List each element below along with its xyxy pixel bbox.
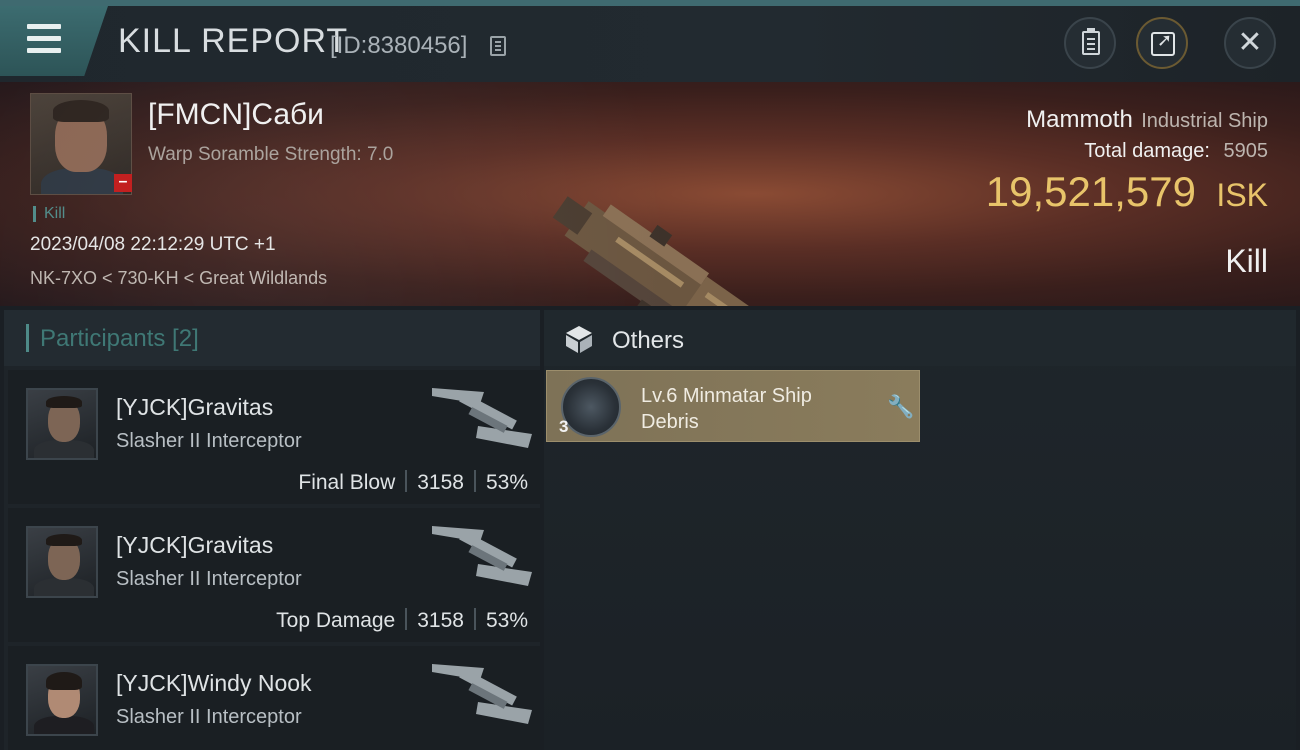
hamburger-icon (27, 48, 61, 53)
participant-ship-icon (432, 526, 532, 586)
participant-ship-icon (432, 388, 532, 448)
victim-avatar[interactable] (30, 93, 132, 195)
ship-type-line: Mammoth Industrial Ship (1026, 106, 1268, 134)
close-icon: ✕ (1237, 25, 1263, 60)
divider (405, 470, 408, 492)
participant-row[interactable]: [YJCK]Gravitas Slasher II Interceptor Fi… (8, 370, 540, 504)
participant-ship-icon (432, 664, 532, 724)
participants-panel: Participants [2] [YJCK]Gravitas Slasher … (4, 310, 540, 750)
report-id: [ID:8380456] (330, 32, 468, 59)
clipboard-button[interactable] (1064, 17, 1116, 69)
loot-item-card[interactable]: 3 Lv.6 Minmatar Ship Debris 🔧 (546, 370, 920, 442)
participant-role: Final Blow (298, 471, 396, 494)
item-count: 3 (559, 417, 569, 436)
ship-debris-icon (561, 377, 621, 437)
avatar-hair (46, 396, 82, 408)
total-damage-line: Total damage: 5905 (1084, 140, 1268, 163)
avatar-body (34, 440, 94, 458)
page-title: KILL REPORT (118, 22, 349, 60)
divider (405, 608, 408, 630)
menu-button[interactable] (0, 6, 108, 76)
event-tag: Kill (33, 206, 65, 222)
participant-ship: Slasher II Interceptor (116, 568, 302, 590)
participant-name: [YJCK]Windy Nook (116, 670, 312, 696)
participant-role: Top Damage (276, 609, 396, 632)
participant-percent: 53% (485, 609, 528, 632)
participant-avatar[interactable] (26, 526, 98, 598)
divider (473, 470, 476, 492)
damage-value: 5905 (1223, 140, 1269, 162)
share-icon (1151, 30, 1175, 56)
participant-damage: 3158 (417, 471, 464, 494)
item-name: Lv.6 Minmatar Ship Debris (641, 385, 812, 433)
header-accent-bar (26, 324, 29, 352)
avatar-face (55, 106, 107, 172)
participant-stats: Final Blow 3158 53% (298, 470, 528, 495)
damage-label: Total damage: (1084, 140, 1210, 162)
others-header: Others (544, 310, 1296, 366)
participant-avatar[interactable] (26, 388, 98, 460)
others-title: Others (612, 327, 685, 354)
avatar-hair (46, 672, 82, 690)
victim-name[interactable]: [FMCN]Саби (148, 98, 324, 132)
share-button[interactable] (1136, 17, 1188, 69)
participant-ship: Slasher II Interceptor (116, 430, 302, 452)
copy-icon[interactable] (490, 36, 506, 56)
participant-ship: Slasher II Interceptor (116, 706, 302, 728)
avatar-body (34, 716, 94, 734)
participant-damage: 3158 (417, 609, 464, 632)
participant-name: [YJCK]Gravitas (116, 532, 274, 558)
ship-class: Industrial Ship (1141, 110, 1268, 132)
avatar-body (34, 578, 94, 596)
participant-percent: 53% (485, 471, 528, 494)
standing-badge: – (114, 174, 132, 192)
cube-icon (566, 326, 592, 353)
clipboard-icon (1082, 28, 1100, 55)
wrench-icon: 🔧 (887, 395, 915, 420)
victim-ship-image (552, 196, 756, 306)
participant-name: [YJCK]Gravitas (116, 394, 274, 420)
close-button[interactable]: ✕ (1224, 17, 1276, 69)
top-bar: KILL REPORT [ID:8380456] ✕ (0, 0, 1300, 82)
participants-header[interactable]: Participants [2] (4, 310, 540, 366)
avatar-hair (46, 534, 82, 546)
participants-title: Participants [2] (40, 325, 199, 352)
isk-unit: ISK (1216, 177, 1268, 213)
result-label: Kill (1225, 243, 1268, 279)
ship-name: Mammoth (1026, 106, 1133, 133)
participant-row[interactable]: [YJCK]Gravitas Slasher II Interceptor To… (8, 508, 540, 642)
participant-stats: Top Damage 3158 53% (276, 608, 528, 633)
participant-row[interactable]: i [YJCK]Windy Nook Slasher II Intercepto… (8, 646, 540, 750)
victim-banner: – [FMCN]Саби Warp Soramble Strength: 7.0… (0, 82, 1300, 306)
isk-value: 19,521,579 (985, 168, 1196, 215)
isk-line: 19,521,579 ISK (986, 168, 1268, 216)
victim-subtitle: Warp Soramble Strength: 7.0 (148, 144, 394, 165)
divider (473, 608, 476, 630)
hamburger-icon (27, 24, 61, 29)
avatar-hair (53, 100, 109, 122)
kill-location: NK-7XO < 730-KH < Great Wildlands (30, 268, 328, 288)
kill-datetime: 2023/04/08 22:12:29 UTC +1 (30, 234, 276, 255)
others-panel: Others 3 Lv.6 Minmatar Ship Debris 🔧 (544, 310, 1296, 750)
avatar-body (41, 168, 123, 194)
hamburger-icon (27, 36, 61, 41)
participant-avatar[interactable]: i (26, 664, 98, 736)
